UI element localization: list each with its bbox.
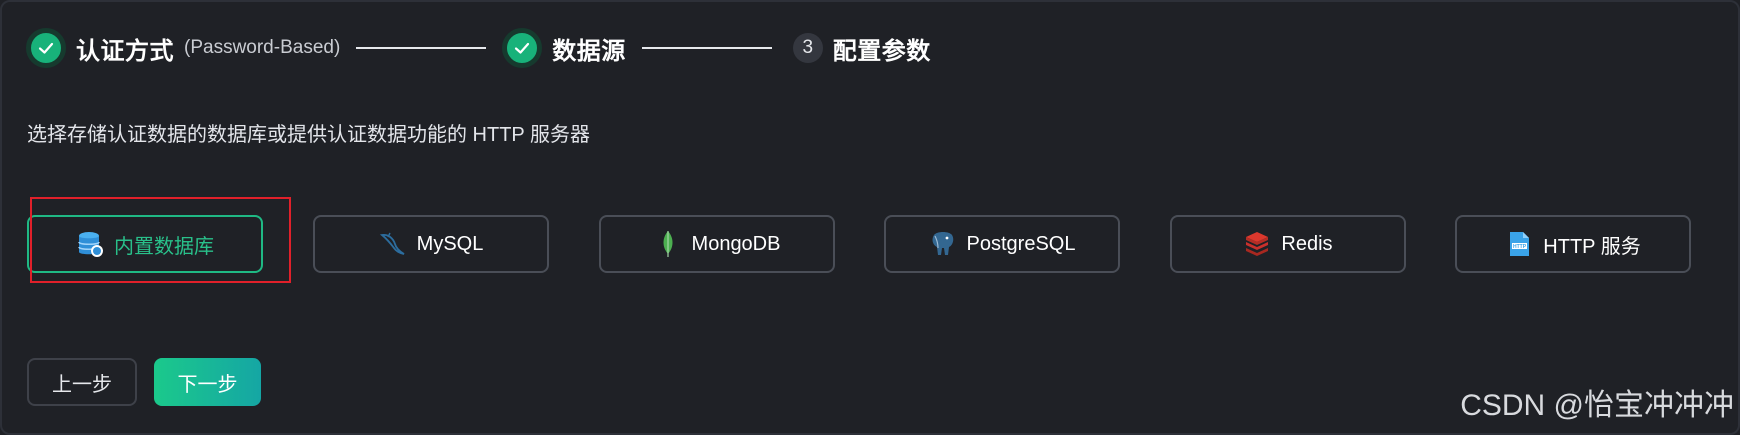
source-card-postgresql[interactable]: PostgreSQL bbox=[884, 215, 1120, 273]
builtin-database-icon bbox=[76, 230, 104, 258]
redis-icon bbox=[1243, 230, 1271, 258]
step-connector bbox=[356, 47, 487, 49]
mongodb-leaf-icon bbox=[654, 230, 682, 258]
source-card-label: Redis bbox=[1281, 232, 1333, 255]
step-2-check-icon bbox=[502, 28, 543, 68]
stepper: 认证方式 (Password-Based) 数据源 3 配置参数 bbox=[26, 26, 931, 70]
step-2-title: 数据源 bbox=[552, 37, 626, 65]
source-card-http[interactable]: HTTP HTTP 服务 bbox=[1455, 215, 1691, 273]
description-text: 选择存储认证数据的数据库或提供认证数据功能的 HTTP 服务器 bbox=[27, 124, 590, 146]
source-card-label: 内置数据库 bbox=[114, 235, 214, 258]
step-3-title: 配置参数 bbox=[832, 37, 931, 65]
step-connector bbox=[641, 47, 772, 49]
source-card-label: MongoDB bbox=[691, 232, 781, 255]
source-card-mongodb[interactable]: MongoDB bbox=[599, 215, 835, 273]
source-card-redis[interactable]: Redis bbox=[1170, 215, 1406, 273]
postgresql-elephant-icon bbox=[929, 230, 957, 258]
step-3-number: 3 bbox=[792, 33, 823, 63]
mysql-dolphin-icon bbox=[379, 230, 407, 258]
http-file-icon: HTTP bbox=[1505, 230, 1533, 258]
watermark: CSDN @怡宝冲冲冲 bbox=[1460, 389, 1734, 422]
source-card-builtin-database[interactable]: 内置数据库 bbox=[27, 215, 263, 273]
source-card-label: PostgreSQL bbox=[966, 232, 1076, 255]
svg-text:HTTP: HTTP bbox=[1513, 244, 1527, 250]
source-card-mysql[interactable]: MySQL bbox=[313, 215, 549, 273]
next-step-button[interactable]: 下一步 bbox=[154, 358, 261, 406]
previous-step-button[interactable]: 上一步 bbox=[27, 358, 137, 406]
step-1-title: 认证方式 bbox=[76, 37, 174, 65]
step-1-subtitle: (Password-Based) bbox=[184, 37, 341, 58]
source-card-label: HTTP 服务 bbox=[1543, 235, 1641, 258]
source-card-label: MySQL bbox=[416, 232, 484, 255]
step-1-check-icon bbox=[26, 28, 66, 68]
